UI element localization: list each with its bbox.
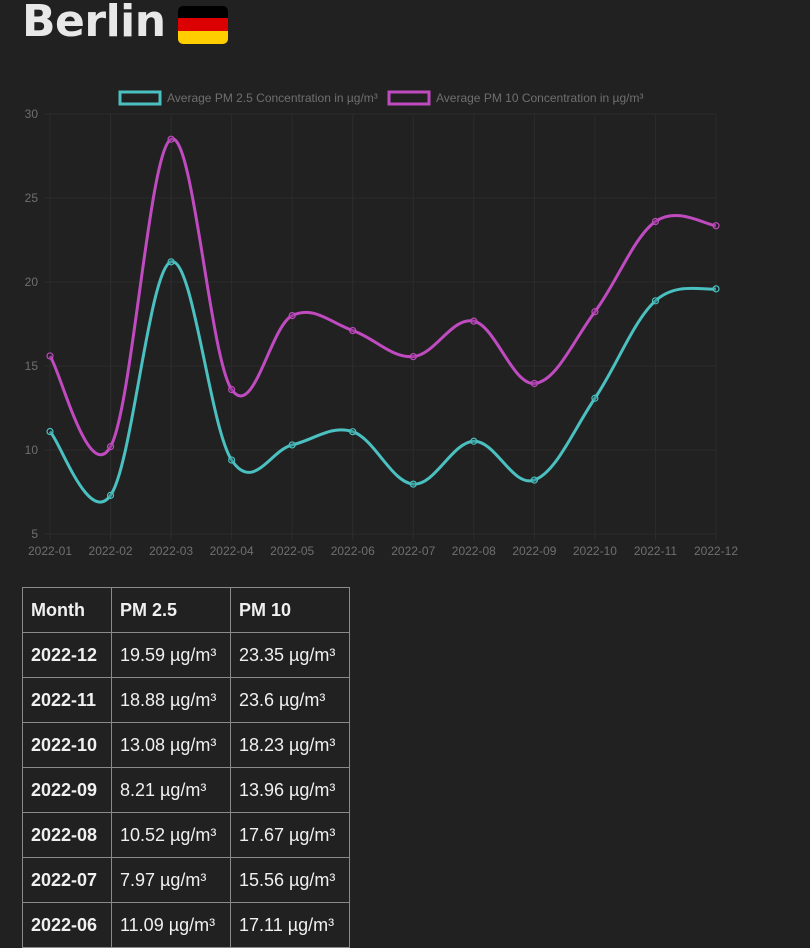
cell-pm10: 18.23 µg/m³ (230, 722, 350, 768)
y-tick-label: 20 (25, 275, 39, 289)
table-row: 2022-07 7.97 µg/m³ 15.56 µg/m³ (22, 857, 350, 903)
y-tick-label: 5 (31, 527, 38, 541)
data-point (409, 480, 417, 488)
legend-swatch (387, 90, 431, 106)
cell-pm10: 23.6 µg/m³ (230, 677, 350, 723)
cell-pm25: 10.52 µg/m³ (111, 812, 231, 858)
data-point (288, 312, 296, 320)
cell-pm25: 7.97 µg/m³ (111, 857, 231, 903)
data-point (530, 379, 538, 388)
table-header-row: Month PM 2.5 PM 10 (22, 587, 350, 633)
y-tick-label: 25 (25, 191, 39, 205)
legend-swatch (118, 90, 162, 106)
cell-pm25: 13.08 µg/m³ (111, 722, 231, 768)
cell-month: 2022-06 (22, 902, 112, 948)
table-row: 2022-11 18.88 µg/m³ 23.6 µg/m³ (22, 677, 350, 723)
x-tick-label: 2022-02 (89, 544, 133, 558)
y-tick-label: 10 (25, 443, 39, 457)
data-point (651, 217, 660, 226)
cell-month: 2022-12 (22, 632, 112, 678)
data-point (530, 476, 538, 484)
x-tick-label: 2022-10 (573, 544, 617, 558)
x-tick-label: 2022-01 (28, 544, 72, 558)
table-row: 2022-06 11.09 µg/m³ 17.11 µg/m³ (22, 902, 350, 948)
data-point (591, 308, 599, 316)
data-point (46, 427, 54, 436)
header-pm10: PM 10 (230, 587, 350, 633)
data-point (106, 443, 115, 451)
x-tick-label: 2022-07 (391, 544, 435, 558)
x-tick-label: 2022-05 (270, 544, 314, 558)
table-row: 2022-10 13.08 µg/m³ 18.23 µg/m³ (22, 722, 350, 768)
table-row: 2022-08 10.52 µg/m³ 17.67 µg/m³ (22, 812, 350, 858)
flag-stripe-red (177, 18, 228, 31)
data-point (409, 352, 417, 361)
cell-pm10: 15.56 µg/m³ (230, 857, 350, 903)
cell-pm10: 13.96 µg/m³ (230, 767, 350, 813)
x-tick-label: 2022-12 (694, 544, 738, 558)
data-point (712, 222, 720, 230)
data-point (651, 297, 660, 305)
x-tick-label: 2022-09 (512, 544, 556, 558)
data-point (470, 317, 478, 325)
data-point (470, 437, 478, 445)
x-tick-label: 2022-03 (149, 544, 193, 558)
data-point (167, 258, 175, 266)
monthly-pm-table: Month PM 2.5 PM 10 2022-12 19.59 µg/m³ 2… (22, 587, 350, 948)
cell-month: 2022-09 (22, 767, 112, 813)
germany-flag-icon (177, 5, 228, 44)
cell-pm10: 23.35 µg/m³ (230, 632, 350, 678)
cell-pm25: 11.09 µg/m³ (111, 902, 231, 948)
x-tick-label: 2022-04 (210, 544, 254, 558)
cell-month: 2022-11 (22, 677, 112, 723)
data-point (591, 394, 599, 402)
cell-pm25: 18.88 µg/m³ (111, 677, 231, 723)
table-row: 2022-12 19.59 µg/m³ 23.35 µg/m³ (22, 632, 350, 678)
data-point (228, 385, 236, 394)
data-point (712, 285, 720, 293)
flag-stripe-gold (177, 30, 228, 44)
city-name: Berlin (22, 0, 166, 47)
series-line-0 (48, 260, 717, 504)
header-month: Month (22, 587, 112, 633)
flag-stripe-black (177, 5, 228, 19)
cell-month: 2022-10 (22, 722, 112, 768)
legend-label: Average PM 10 Concentration in µg/m³ (436, 91, 643, 105)
legend-label: Average PM 2.5 Concentration in µg/m³ (167, 91, 378, 105)
cell-pm25: 8.21 µg/m³ (111, 767, 231, 813)
data-point (288, 441, 296, 449)
cell-pm10: 17.67 µg/m³ (230, 812, 350, 858)
x-tick-label: 2022-08 (452, 544, 496, 558)
x-tick-label: 2022-11 (634, 544, 677, 558)
data-point (228, 456, 236, 464)
data-point (46, 352, 54, 360)
cell-pm25: 19.59 µg/m³ (111, 632, 231, 678)
pm-line-chart: 5 10 15 20 25 30 2022-01 2022-02 2022-03 2022-04 2… (25, 90, 738, 558)
header-pm25: PM 2.5 (111, 587, 231, 633)
cell-month: 2022-07 (22, 857, 112, 903)
x-tick-label: 2022-06 (331, 544, 375, 558)
cell-month: 2022-08 (22, 812, 112, 858)
data-point (349, 428, 357, 436)
y-tick-label: 15 (25, 359, 39, 373)
page-title: Berlin (22, 0, 228, 47)
cell-pm10: 17.11 µg/m³ (230, 902, 350, 948)
data-point (106, 491, 115, 499)
data-point (167, 135, 175, 143)
y-tick-label: 30 (25, 107, 39, 121)
data-point (349, 326, 357, 335)
series-line-1 (48, 137, 717, 457)
table-row: 2022-09 8.21 µg/m³ 13.96 µg/m³ (22, 767, 350, 813)
